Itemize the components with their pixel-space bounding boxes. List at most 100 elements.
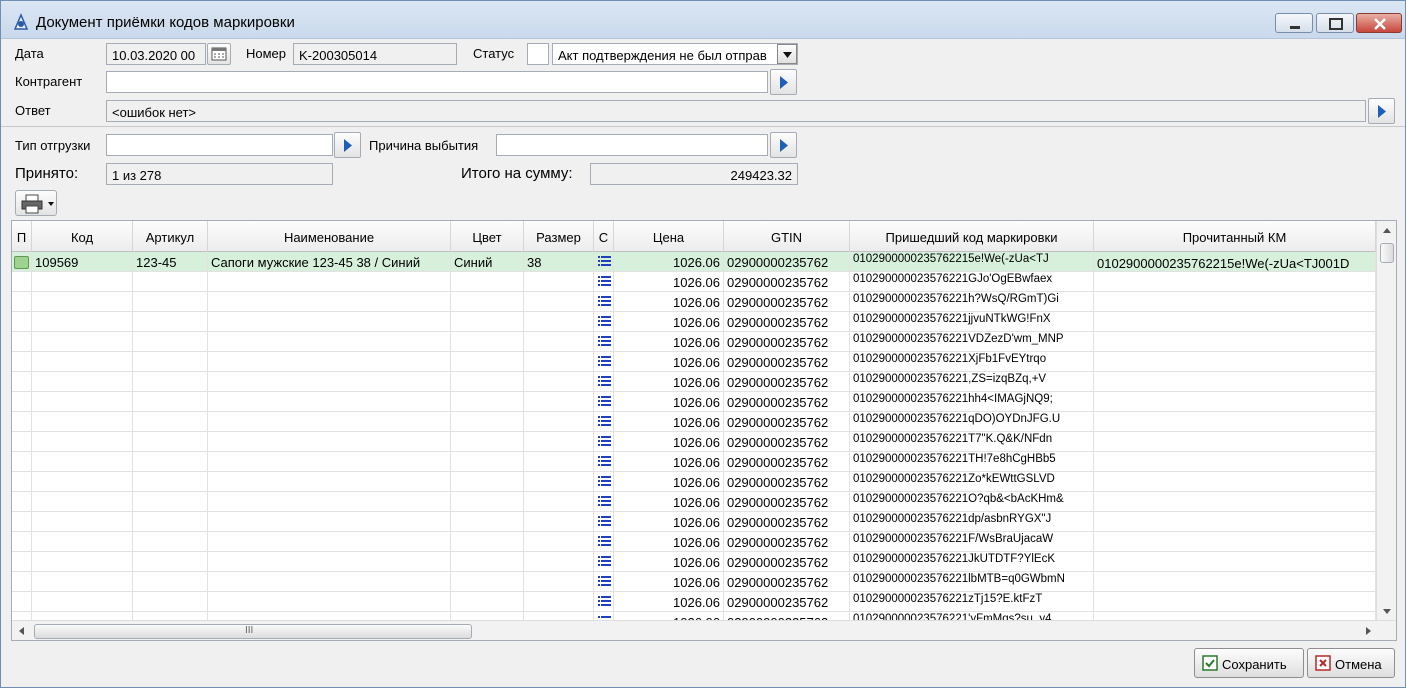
s-cell[interactable] xyxy=(594,312,614,332)
column-header-s[interactable]: С xyxy=(594,221,614,252)
list-icon xyxy=(598,436,611,446)
horizontal-scrollbar[interactable]: III xyxy=(12,620,1396,640)
maximize-button[interactable] xyxy=(1316,13,1354,33)
s-cell[interactable] xyxy=(594,252,614,272)
table-row[interactable]: 1026.06 02900000235762 010290000023576221h… xyxy=(12,292,1376,312)
table-row-selected[interactable]: 109569 123-45 Сапоги мужские 123-45 38 /… xyxy=(12,252,1376,272)
read-km-cell xyxy=(1094,392,1376,412)
code-cell xyxy=(32,552,133,572)
cancel-label: Отмена xyxy=(1335,657,1382,672)
close-window-button[interactable] xyxy=(1356,13,1402,33)
read-km-cell xyxy=(1094,452,1376,472)
s-cell[interactable] xyxy=(594,552,614,572)
table-row[interactable]: 1026.06 02900000235762 010290000023576221h… xyxy=(12,392,1376,412)
size-cell xyxy=(524,512,594,532)
grid-header: П Код Артикул Наименование Цвет Размер С… xyxy=(12,221,1376,252)
date-field[interactable]: 10.03.2020 00 xyxy=(106,43,206,65)
print-button[interactable] xyxy=(15,190,57,216)
s-cell[interactable] xyxy=(594,372,614,392)
list-icon xyxy=(598,276,611,286)
list-icon xyxy=(598,256,611,266)
s-cell[interactable] xyxy=(594,452,614,472)
accept-cell xyxy=(12,252,32,272)
column-header-gtin[interactable]: GTIN xyxy=(724,221,850,252)
s-cell[interactable] xyxy=(594,332,614,352)
article-cell xyxy=(133,592,208,612)
table-row[interactable]: 1026.06 02900000235762 010290000023576221O… xyxy=(12,492,1376,512)
shipment-type-select-button[interactable] xyxy=(334,132,361,158)
article-cell xyxy=(133,392,208,412)
size-cell xyxy=(524,432,594,452)
printer-icon xyxy=(21,194,43,214)
s-cell[interactable] xyxy=(594,592,614,612)
table-row[interactable]: 1026.06 02900000235762 010290000023576221Z… xyxy=(12,472,1376,492)
s-cell[interactable] xyxy=(594,492,614,512)
table-row[interactable]: 1026.06 02900000235762 010290000023576221,… xyxy=(12,372,1376,392)
table-row[interactable]: 1026.06 02900000235762 010290000023576221J… xyxy=(12,552,1376,572)
column-header-article[interactable]: Артикул xyxy=(133,221,208,252)
column-header-incoming-km[interactable]: Пришедший код маркировки xyxy=(850,221,1094,252)
column-header-size[interactable]: Размер xyxy=(524,221,594,252)
status-select[interactable]: Акт подтверждения не был отправ xyxy=(552,43,798,65)
column-header-read-km[interactable]: Прочитанный КМ xyxy=(1094,221,1376,252)
s-cell[interactable] xyxy=(594,392,614,412)
minimize-button[interactable] xyxy=(1275,13,1313,33)
price-cell: 1026.06 xyxy=(614,432,724,452)
s-cell[interactable] xyxy=(594,532,614,552)
horizontal-scroll-thumb[interactable]: III xyxy=(34,624,472,639)
s-cell[interactable] xyxy=(594,472,614,492)
article-cell xyxy=(133,472,208,492)
read-km-cell xyxy=(1094,572,1376,592)
column-header-name[interactable]: Наименование xyxy=(208,221,451,252)
column-header-price[interactable]: Цена xyxy=(614,221,724,252)
counterparty-field[interactable] xyxy=(106,71,768,93)
size-cell xyxy=(524,552,594,572)
close-icon xyxy=(1374,18,1386,30)
disposal-reason-select-button[interactable] xyxy=(770,132,797,158)
play-arrow-icon xyxy=(1378,105,1386,118)
disposal-reason-field[interactable] xyxy=(496,134,768,156)
s-cell[interactable] xyxy=(594,432,614,452)
number-field[interactable]: K-200305014 xyxy=(293,43,457,65)
price-cell: 1026.06 xyxy=(614,412,724,432)
table-row[interactable]: 1026.06 02900000235762 010290000023576221G… xyxy=(12,272,1376,292)
calendar-button[interactable] xyxy=(207,43,231,65)
table-row[interactable]: 1026.06 02900000235762 010290000023576221q… xyxy=(12,412,1376,432)
answer-field[interactable]: <ошибок нет> xyxy=(106,100,1366,122)
vertical-scroll-thumb[interactable] xyxy=(1380,243,1394,263)
table-row[interactable]: 1026.06 02900000235762 010290000023576221T… xyxy=(12,452,1376,472)
column-header-color[interactable]: Цвет xyxy=(451,221,524,252)
status-dropdown-button[interactable] xyxy=(777,44,797,64)
table-row[interactable]: 1026.06 02900000235762 010290000023576221F… xyxy=(12,532,1376,552)
answer-select-button[interactable] xyxy=(1368,98,1395,124)
save-button[interactable]: Сохранить xyxy=(1194,648,1304,678)
table-row[interactable]: 1026.06 02900000235762 010290000023576221j… xyxy=(12,312,1376,332)
color-cell xyxy=(451,272,524,292)
s-cell[interactable] xyxy=(594,292,614,312)
column-header-p[interactable]: П xyxy=(12,221,32,252)
color-cell xyxy=(451,292,524,312)
table-row[interactable]: 1026.06 02900000235762 010290000023576221z… xyxy=(12,592,1376,612)
s-cell[interactable] xyxy=(594,272,614,292)
cancel-button[interactable]: Отмена xyxy=(1307,648,1395,678)
table-row[interactable]: 1026.06 02900000235762 010290000023576221d… xyxy=(12,512,1376,532)
s-cell[interactable] xyxy=(594,352,614,372)
table-row[interactable]: 1026.06 02900000235762 010290000023576221T… xyxy=(12,432,1376,452)
accept-cell xyxy=(12,452,32,472)
color-cell xyxy=(451,372,524,392)
s-cell[interactable] xyxy=(594,512,614,532)
shipment-type-field[interactable] xyxy=(106,134,333,156)
table-row[interactable]: 1026.06 02900000235762 010290000023576221V… xyxy=(12,332,1376,352)
table-row[interactable]: 1026.06 02900000235762 010290000023576221l… xyxy=(12,572,1376,592)
code-cell xyxy=(32,472,133,492)
s-cell[interactable] xyxy=(594,412,614,432)
table-row[interactable]: 1026.06 02900000235762 010290000023576221X… xyxy=(12,352,1376,372)
scroll-right-icon xyxy=(1366,627,1371,635)
column-header-code[interactable]: Код xyxy=(32,221,133,252)
vertical-scrollbar[interactable] xyxy=(1376,221,1396,621)
marking-codes-grid[interactable]: П Код Артикул Наименование Цвет Размер С… xyxy=(11,220,1397,641)
play-arrow-icon xyxy=(780,139,788,152)
counterparty-select-button[interactable] xyxy=(770,69,797,95)
accept-cell xyxy=(12,592,32,612)
s-cell[interactable] xyxy=(594,572,614,592)
